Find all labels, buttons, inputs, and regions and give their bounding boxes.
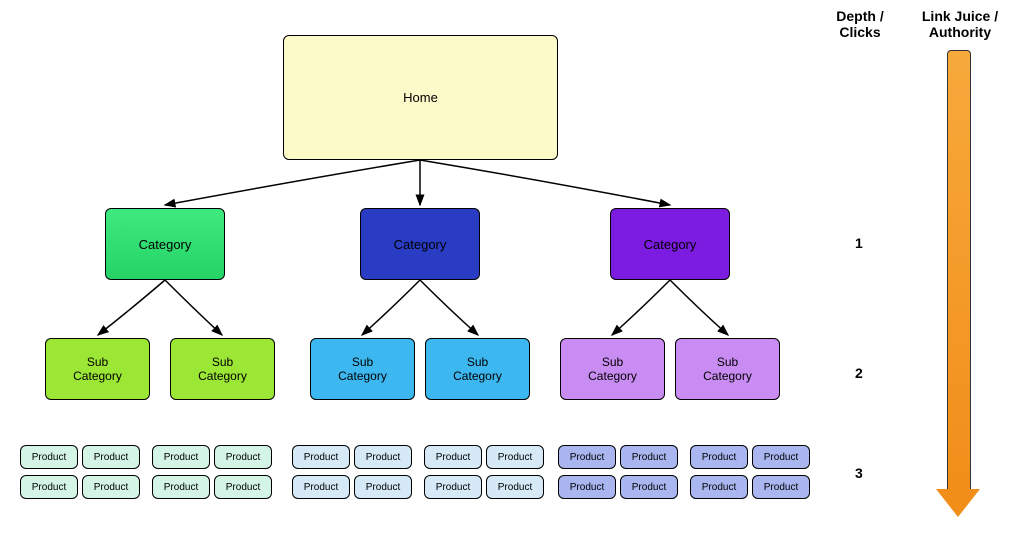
depth-label-2: 2 [855,365,863,381]
authority-header: Link Juice / Authority [910,8,1010,40]
product-node: Product [558,475,616,499]
diagram-root: { "headers": { "depth": "Depth /\nClicks… [0,0,1024,536]
product-node: Product [152,445,210,469]
product-node: Product [82,475,140,499]
subcategory-node: Sub Category [45,338,150,400]
product-node: Product [20,445,78,469]
product-node: Product [292,445,350,469]
product-node: Product [620,445,678,469]
subcategory-node: Sub Category [425,338,530,400]
product-node: Product [20,475,78,499]
subcategory-node: Sub Category [675,338,780,400]
depth-label-3: 3 [855,465,863,481]
home-node: Home [283,35,558,160]
product-node: Product [752,445,810,469]
product-node: Product [354,445,412,469]
product-node: Product [486,445,544,469]
product-node: Product [354,475,412,499]
product-node: Product [424,445,482,469]
product-node: Product [752,475,810,499]
product-node: Product [424,475,482,499]
product-node: Product [486,475,544,499]
authority-arrow-body [947,50,971,492]
product-node: Product [558,445,616,469]
product-node: Product [152,475,210,499]
product-node: Product [690,475,748,499]
product-node: Product [690,445,748,469]
product-node: Product [214,445,272,469]
subcategory-node: Sub Category [310,338,415,400]
depth-header: Depth / Clicks [820,8,900,40]
product-node: Product [620,475,678,499]
category-node-green: Category [105,208,225,280]
subcategory-node: Sub Category [170,338,275,400]
authority-arrow-head [936,489,980,517]
category-node-purple: Category [610,208,730,280]
product-node: Product [292,475,350,499]
product-node: Product [214,475,272,499]
product-node: Product [82,445,140,469]
subcategory-node: Sub Category [560,338,665,400]
depth-label-1: 1 [855,235,863,251]
category-node-blue: Category [360,208,480,280]
